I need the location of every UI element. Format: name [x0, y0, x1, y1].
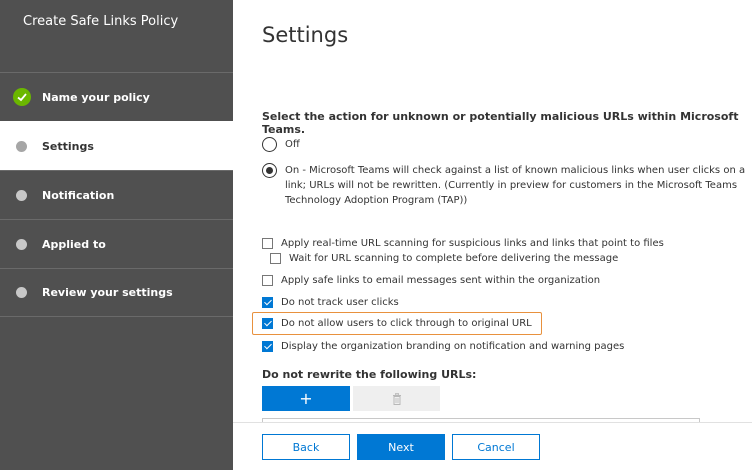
checkbox-realtime-scanning[interactable]	[262, 238, 273, 249]
teams-action-question: Select the action for unknown or potenti…	[262, 110, 739, 136]
checkbox-label: Apply real-time URL scanning for suspici…	[281, 238, 664, 249]
sidebar-item-applied-to[interactable]: Applied to	[0, 219, 233, 268]
radio-on-text-line2: link; URLs will not be rewritten. (Curre…	[285, 180, 738, 191]
checkbox-label: Apply safe links to email messages sent …	[281, 275, 601, 286]
checkbox-click-through-row[interactable]: Do not allow users to click through to o…	[262, 318, 532, 329]
checkbox-branding[interactable]	[262, 341, 273, 352]
step-dot-icon	[16, 140, 27, 152]
rewrite-urls-title: Do not rewrite the following URLs:	[262, 368, 477, 381]
back-button[interactable]: Back	[262, 434, 350, 460]
radio-on-label: On - Microsoft Teams will check against …	[285, 163, 745, 208]
sidebar-item-settings[interactable]: Settings	[0, 121, 233, 170]
checkbox-label: Do not track user clicks	[281, 297, 399, 308]
sidebar-item-name-your-policy[interactable]: Name your policy	[0, 72, 233, 121]
checkbox-track-clicks[interactable]	[262, 297, 273, 308]
wizard-sidebar: Create Safe Links Policy Name your polic…	[0, 0, 233, 470]
sidebar-item-label: Review your settings	[42, 286, 173, 299]
plus-icon: +	[299, 389, 313, 408]
cancel-button[interactable]: Cancel	[452, 434, 540, 460]
checkbox-click-through[interactable]	[262, 318, 273, 329]
checkbox-label: Do not allow users to click through to o…	[281, 318, 532, 329]
sidebar-item-label: Name your policy	[42, 90, 150, 104]
checkbox-internal-messages-row[interactable]: Apply safe links to email messages sent …	[262, 275, 600, 286]
radio-off[interactable]	[262, 137, 277, 152]
radio-on[interactable]	[262, 163, 277, 178]
step-dot-icon	[16, 189, 27, 201]
radio-on-option[interactable]: On - Microsoft Teams will check against …	[262, 163, 745, 208]
sidebar-item-notification[interactable]: Notification	[0, 170, 233, 219]
radio-on-text-line3: Technology Adoption Program (TAP))	[285, 195, 468, 206]
checkbox-branding-row[interactable]: Display the organization branding on not…	[262, 341, 624, 352]
checkbox-label: Display the organization branding on not…	[281, 341, 625, 352]
step-dot-icon	[16, 238, 27, 250]
checkbox-realtime-scanning-row[interactable]: Apply real-time URL scanning for suspici…	[262, 238, 664, 249]
radio-off-label: Off	[285, 139, 300, 150]
step-dot-icon	[16, 287, 27, 298]
checkbox-track-clicks-row[interactable]: Do not track user clicks	[262, 297, 399, 308]
radio-off-option[interactable]: Off	[262, 137, 300, 152]
checkbox-label: Wait for URL scanning to complete before…	[289, 253, 619, 264]
next-button[interactable]: Next	[357, 434, 445, 460]
sidebar-item-review-your-settings[interactable]: Review your settings	[0, 268, 233, 317]
trash-icon	[392, 392, 401, 405]
sidebar-item-label: Settings	[42, 139, 94, 153]
checkbox-wait-scanning-row[interactable]: Wait for URL scanning to complete before…	[270, 253, 618, 264]
checkbox-internal-messages[interactable]	[262, 275, 273, 286]
add-url-button[interactable]: +	[262, 386, 350, 411]
wizard-title: Create Safe Links Policy	[23, 14, 179, 29]
sidebar-item-label: Notification	[42, 188, 115, 202]
page-title: Settings	[262, 23, 349, 47]
delete-url-button[interactable]	[353, 386, 440, 411]
checkmark-icon	[13, 88, 31, 106]
checkbox-wait-scanning[interactable]	[270, 253, 281, 264]
radio-on-text-line1: On - Microsoft Teams will check against …	[285, 165, 746, 176]
sidebar-item-label: Applied to	[42, 237, 106, 251]
